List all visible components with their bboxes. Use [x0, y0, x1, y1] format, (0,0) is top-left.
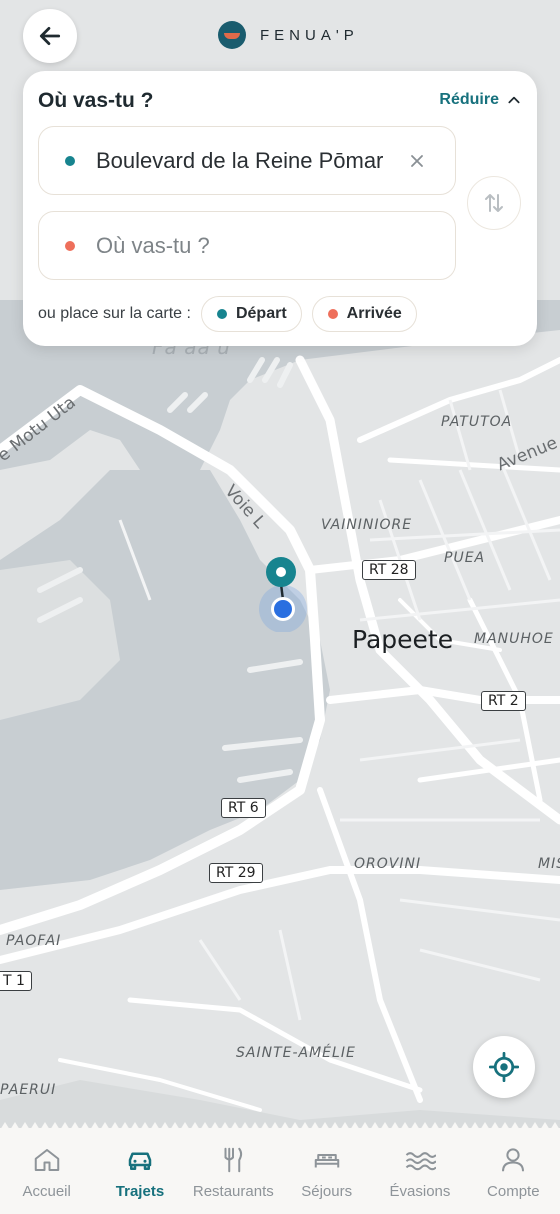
brand: FENUA'P: [218, 21, 359, 49]
location-markers: [259, 557, 307, 632]
departure-chip[interactable]: Départ: [200, 296, 302, 332]
nav-edge: [0, 1122, 560, 1130]
road-shield-rt2: RT 2: [481, 691, 526, 711]
road-shield-rt6: RT 6: [221, 798, 266, 818]
bed-icon: [311, 1144, 343, 1176]
back-button[interactable]: [23, 9, 77, 63]
map-label-paofai: PAOFAI: [6, 933, 62, 949]
fork-knife-icon: [217, 1144, 249, 1176]
arrow-left-icon: [39, 27, 61, 45]
user-icon: [497, 1144, 529, 1176]
departure-chip-label: Départ: [235, 305, 287, 322]
brand-name: FENUA'P: [260, 26, 359, 44]
crosshair-icon: [489, 1052, 519, 1082]
car-icon: [124, 1144, 156, 1176]
waves-icon: [404, 1144, 436, 1176]
nav-label-restaurants: Restaurants: [192, 1183, 274, 1200]
road-shield-rt29: RT 29: [209, 863, 263, 883]
map-label-patutoa: PATUTOA: [441, 414, 513, 430]
road-shield-rt28: RT 28: [362, 560, 416, 580]
map-label-vaininiore: VAININIORE: [321, 517, 413, 533]
chevron-up-icon: [508, 96, 520, 104]
swap-vertical-icon: [485, 194, 503, 212]
nav-item-trajets[interactable]: Trajets: [93, 1128, 186, 1214]
reduce-label: Réduire: [439, 91, 499, 108]
clear-icon[interactable]: [407, 151, 427, 171]
home-icon: [31, 1144, 63, 1176]
map-label-mis: MIS: [538, 856, 560, 872]
destination-placeholder: Où vas-tu ?: [96, 232, 210, 258]
nav-label-trajets: Trajets: [115, 1183, 165, 1200]
place-on-map-label: ou place sur la carte :: [38, 305, 191, 322]
nav-item-compte[interactable]: Compte: [467, 1128, 560, 1214]
nav-item-sejours[interactable]: Séjours: [280, 1128, 373, 1214]
nav-label-compte: Compte: [487, 1183, 540, 1200]
road-shield-rt1: T 1: [0, 971, 32, 991]
locate-me-button[interactable]: [473, 1036, 535, 1098]
arrival-chip[interactable]: Arrivée: [311, 296, 417, 332]
nav-label-accueil: Accueil: [22, 1183, 71, 1200]
bottom-nav: Accueil Trajets Restaurants Séjours Évas…: [0, 1122, 560, 1214]
arrival-chip-label: Arrivée: [346, 305, 402, 322]
nav-item-evasions[interactable]: Évasions: [373, 1128, 466, 1214]
origin-field[interactable]: Boulevard de la Reine Pōmar: [38, 126, 456, 195]
map-city-papeete: Papeete: [352, 625, 454, 654]
departure-dot-icon: [216, 309, 227, 319]
map-label-paerui: PAERUI: [0, 1082, 57, 1098]
nav-item-accueil[interactable]: Accueil: [0, 1128, 93, 1214]
map-label-sainte-amelie: SAINTE-AMÉLIE: [236, 1045, 356, 1061]
map-label-manuhoe: MANUHOE: [474, 631, 554, 647]
arrival-dot-icon: [327, 309, 338, 319]
search-card: Où vas-tu ? Réduire Boulevard de la Rein…: [23, 71, 537, 346]
swap-button[interactable]: [467, 176, 521, 230]
search-title: Où vas-tu ?: [38, 89, 154, 112]
map-label-puea: PUEA: [444, 550, 486, 566]
reduce-button[interactable]: Réduire: [439, 91, 521, 109]
destination-field[interactable]: Où vas-tu ?: [38, 211, 456, 280]
brand-logo-icon: [218, 21, 246, 49]
nav-label-sejours: Séjours: [301, 1183, 353, 1200]
origin-value: Boulevard de la Reine Pōmar: [96, 147, 384, 173]
nav-item-restaurants[interactable]: Restaurants: [187, 1128, 280, 1214]
nav-label-evasions: Évasions: [389, 1183, 451, 1200]
origin-dot-icon: [65, 155, 75, 166]
map-label-orovini: OROVINI: [354, 856, 422, 872]
place-on-map-row: ou place sur la carte : Départ Arrivée: [38, 296, 427, 332]
destination-dot-icon: [65, 240, 75, 251]
